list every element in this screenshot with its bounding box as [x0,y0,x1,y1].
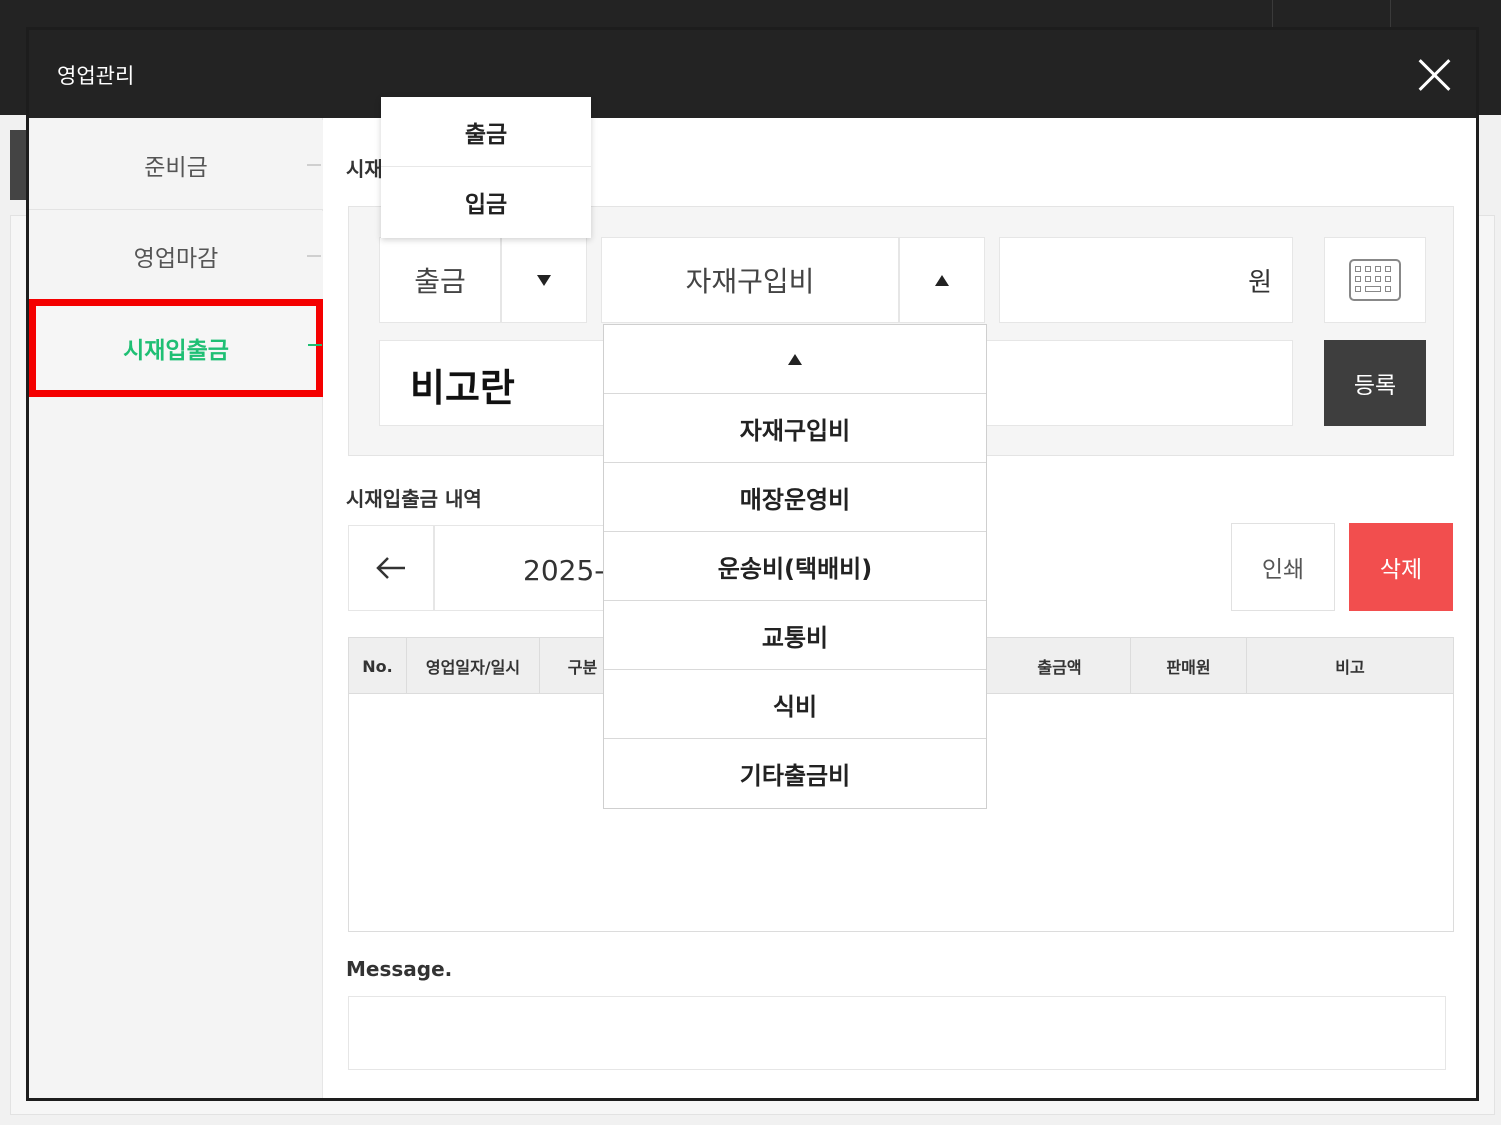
form-section-title: 시재 [346,157,383,181]
type-select-toggle[interactable] [501,237,587,323]
chevron-up-icon [788,353,802,365]
sidebar-item-marker [307,255,321,257]
category-option[interactable]: 자재구입비 [604,394,986,463]
sidebar: 준비금 영업마감 시재입출금 [29,118,323,1098]
column-header-note: 비고 [1335,658,1365,677]
column-header-no: No. [349,638,407,694]
history-section-title: 시재입출금 내역 [346,487,482,511]
keyboard-icon [1349,259,1401,301]
background-divider [1272,0,1273,28]
category-option[interactable]: 운송비(택배비) [604,532,986,601]
message-box [348,996,1446,1070]
chevron-down-icon [537,274,551,286]
type-select[interactable]: 출금 [379,237,501,323]
category-scroll-up[interactable] [604,325,986,394]
category-option[interactable]: 식비 [604,670,986,739]
category-select-value: 자재구입비 [685,265,815,298]
delete-button[interactable]: 삭제 [1349,523,1453,611]
category-select[interactable]: 자재구입비 [601,237,899,323]
prev-date-button[interactable] [348,525,434,611]
keypad-button[interactable] [1324,237,1426,323]
column-header-withdrawal-amount: 출금액 [989,638,1131,694]
type-option-deposit[interactable]: 입금 [381,167,591,237]
sidebar-item-marker [307,164,321,166]
chevron-up-icon [935,274,949,286]
sales-management-modal: 영업관리 준비금 영업마감 시재입출금 시재 출금 자재구입비 원 비고란 등록… [26,27,1479,1101]
column-header-date: 영업일자/일시 [407,638,540,694]
sidebar-item-reserve-fund[interactable]: 준비금 [29,120,323,210]
amount-unit: 원 [1248,268,1272,298]
modal-title: 영업관리 [57,64,135,88]
arrow-left-icon [376,557,405,579]
column-header-salesperson: 판매원 [1131,638,1247,694]
category-dropdown-menu: 자재구입비 매장운영비 운송비(택배비) 교통비 식비 기타출금비 [603,324,987,809]
date-value: 2025- [523,554,605,587]
sidebar-item-label: 영업마감 [133,245,219,272]
type-select-value: 출금 [414,265,466,298]
background-divider [1390,0,1391,28]
sidebar-item-label: 시재입출금 [123,338,229,364]
type-option-withdrawal[interactable]: 출금 [381,97,591,167]
sidebar-item-marker [308,344,322,346]
category-option[interactable]: 기타출금비 [604,739,986,808]
sidebar-item-sales-closing[interactable]: 영업마감 [29,211,323,301]
close-icon[interactable] [1413,54,1455,96]
sidebar-item-cash-in-out[interactable]: 시재입출금 [29,299,323,397]
memo-placeholder: 비고란 [410,366,515,410]
category-option[interactable]: 교통비 [604,601,986,670]
modal-header: 영업관리 [29,30,1476,118]
amount-input[interactable]: 원 [999,237,1293,323]
sidebar-item-label: 준비금 [144,154,208,181]
category-option[interactable]: 매장운영비 [604,463,986,532]
register-button[interactable]: 등록 [1324,340,1426,426]
message-label: Message. [346,957,453,981]
category-select-toggle[interactable] [899,237,985,323]
type-dropdown-menu: 출금 입금 [381,97,591,238]
print-button[interactable]: 인쇄 [1231,523,1335,611]
